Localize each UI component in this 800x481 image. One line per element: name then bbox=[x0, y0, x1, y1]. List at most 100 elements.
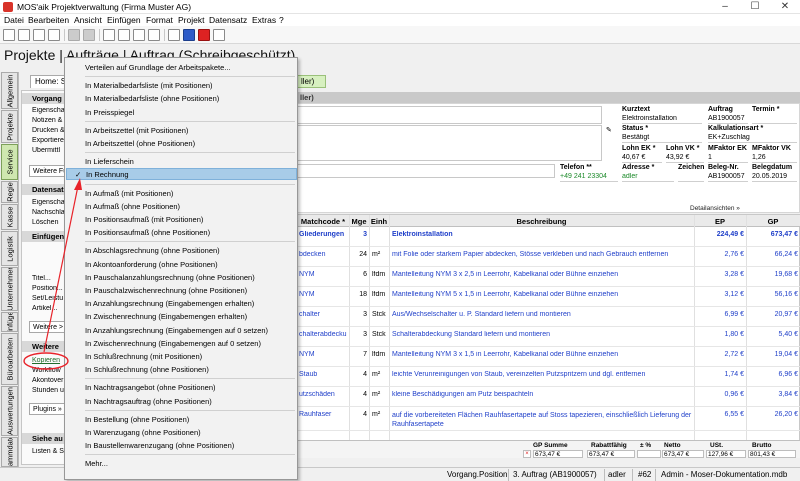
section-datensatz[interactable]: Datensatz bbox=[22, 184, 66, 195]
side-item[interactable]: Listen & St bbox=[32, 448, 66, 455]
auftrag-field[interactable]: AB1900057 bbox=[708, 115, 748, 124]
side-item[interactable]: Set/Leistu bbox=[32, 295, 66, 302]
vtab-allgemein[interactable]: Allgemein bbox=[1, 72, 18, 109]
col-ep[interactable]: EP bbox=[694, 217, 746, 226]
vtab-bueroarbeiten[interactable]: Büroarbeiten bbox=[1, 333, 18, 385]
matchcode-box[interactable] bbox=[297, 106, 602, 124]
table-row[interactable]: NYM 18 lfdm Mantelleitung NYM 5 x 1,5 in Le… bbox=[297, 287, 800, 307]
zeichen-field[interactable] bbox=[678, 173, 704, 182]
col-mge[interactable]: Mge bbox=[349, 217, 369, 226]
menu-item[interactable]: In Zwischenrechnung (Eingabemengen auf 0… bbox=[66, 337, 297, 349]
print-icon[interactable] bbox=[33, 29, 45, 41]
table-row[interactable]: NYM 6 lfdm Mantelleitung NYM 3 x 2,5 in Lee… bbox=[297, 267, 800, 287]
table-row[interactable]: Gliederungen 3 Elektroinstallation 224,49 €… bbox=[297, 227, 800, 247]
table-row[interactable]: Rauhfaser 4 m² auf die vorbereiteten Fläche… bbox=[297, 407, 800, 431]
vtab-projekte[interactable]: Projekte bbox=[1, 110, 18, 143]
menu-item[interactable]: In Arbeitszettel (ohne Positionen) bbox=[66, 137, 297, 149]
kalkulationsart-field[interactable]: EK+Zuschlag bbox=[708, 134, 797, 143]
user-blue-icon[interactable] bbox=[183, 29, 195, 41]
description-box[interactable] bbox=[297, 125, 602, 161]
menu-ansicht[interactable]: Ansicht bbox=[74, 15, 102, 25]
menu-item[interactable]: In Preisspiegel bbox=[66, 106, 297, 118]
mfaktor-vk-field[interactable]: 1,26 bbox=[752, 154, 797, 163]
vtab-kasse[interactable]: Kasse bbox=[1, 204, 18, 230]
menu-item[interactable]: Verteilen auf Grundlage der Arbeitspaket… bbox=[66, 61, 297, 73]
menu-item[interactable]: In Lieferschein bbox=[66, 155, 297, 167]
open-icon[interactable] bbox=[18, 29, 30, 41]
table-row[interactable]: NYM 7 lfdm Mantelleitung NYM 3 x 1,5 in Lee… bbox=[297, 347, 800, 367]
side-item[interactable]: Position... bbox=[32, 285, 66, 292]
redo-icon[interactable] bbox=[83, 29, 95, 41]
side-item[interactable]: Eigenscha bbox=[32, 107, 66, 114]
vtab-stammdaten[interactable]: Stammdaten bbox=[1, 437, 18, 467]
edit-pen-icon[interactable]: ✎ bbox=[606, 126, 612, 134]
vtab-einfuegen[interactable]: Einfügen bbox=[1, 312, 18, 332]
menu-item[interactable]: In Arbeitszettel (mit Positionen) bbox=[66, 124, 297, 136]
address-box[interactable] bbox=[297, 164, 555, 178]
vtab-regie[interactable]: Regie bbox=[1, 181, 18, 203]
side-item[interactable]: Exportiere bbox=[32, 137, 66, 144]
menu-extras[interactable]: Extras bbox=[252, 15, 276, 25]
save-icon[interactable] bbox=[3, 29, 15, 41]
arrow-right-icon[interactable] bbox=[148, 29, 160, 41]
side-item[interactable]: Eigenschaf bbox=[32, 199, 66, 206]
arrow-left-icon[interactable] bbox=[133, 29, 145, 41]
breadcrumb-active-tab[interactable]: ller) bbox=[296, 75, 326, 88]
menu-item[interactable]: In Anzahlungsrechnung (Eingabemengen auf… bbox=[66, 324, 297, 336]
menu-item[interactable]: In Zwischenrechnung (Eingabemengen erhal… bbox=[66, 310, 297, 322]
menu-item[interactable]: In Abschlagsrechnung (ohne Positionen) bbox=[66, 244, 297, 256]
menu-datensatz[interactable]: Datensatz bbox=[209, 15, 247, 25]
menu-einfuegen[interactable]: Einfügen bbox=[107, 15, 141, 25]
menu-item[interactable]: In Nachtragsangebot (ohne Positionen) bbox=[66, 381, 297, 393]
kurztext-field[interactable]: Elektroinstallation bbox=[622, 115, 702, 124]
arrow-down-icon[interactable] bbox=[118, 29, 130, 41]
col-beschreibung[interactable]: Beschreibung bbox=[389, 217, 694, 226]
table-row[interactable]: utzschäden 4 m² kleine Beschädigungen am Pu… bbox=[297, 387, 800, 407]
mail-icon[interactable] bbox=[48, 29, 60, 41]
section-vorgang[interactable]: Vorgang bbox=[22, 93, 66, 104]
belegdatum-field[interactable]: 20.05.2019 bbox=[752, 173, 797, 182]
kopieren-link[interactable]: Kopieren bbox=[32, 357, 66, 364]
termin-field[interactable] bbox=[752, 115, 797, 124]
col-gp[interactable]: GP bbox=[746, 217, 800, 226]
calendar-icon[interactable] bbox=[213, 29, 225, 41]
section-siehe-auch[interactable]: Siehe au bbox=[22, 433, 66, 444]
menu-item[interactable]: In Akontoanforderung (ohne Positionen) bbox=[66, 258, 297, 270]
menu-item[interactable]: In Bestellung (ohne Positionen) bbox=[66, 413, 297, 425]
menu-item[interactable]: In Anzahlungsrechnung (Eingabemengen erh… bbox=[66, 297, 297, 309]
table-row[interactable]: chalterabdeckung 3 Stck Schalterabdeckung S… bbox=[297, 327, 800, 347]
side-item[interactable]: Workflow bbox=[32, 367, 66, 374]
menu-item[interactable]: Mehr... bbox=[66, 457, 297, 469]
side-item[interactable]: Notizen & bbox=[32, 117, 66, 124]
weitere-funktionen-button[interactable]: Weitere Fu bbox=[29, 165, 65, 177]
side-item[interactable]: Nachschlag bbox=[32, 209, 66, 216]
menu-item[interactable]: In Aufmaß (mit Positionen) bbox=[66, 187, 297, 199]
menu-item[interactable]: In Schlußrechnung (ohne Positionen) bbox=[66, 363, 297, 375]
menu-item[interactable]: In Warenzugang (ohne Positionen) bbox=[66, 426, 297, 438]
side-item[interactable]: Stunden u bbox=[32, 387, 66, 394]
lohn-vk-field[interactable]: 43,92 € bbox=[666, 154, 704, 163]
side-item[interactable]: Akontover bbox=[32, 377, 66, 384]
section-weitere[interactable]: Weitere bbox=[22, 341, 66, 352]
side-item[interactable]: Löschen bbox=[32, 219, 66, 226]
menu-item[interactable]: In Baustellenwarenzugang (ohne Positione… bbox=[66, 439, 297, 451]
menu-item[interactable]: In Schlußrechnung (mit Positionen) bbox=[66, 350, 297, 362]
menu-format[interactable]: Format bbox=[146, 15, 173, 25]
side-item[interactable]: Titel... bbox=[32, 275, 66, 282]
weitere-einfuegen-button[interactable]: Weitere > bbox=[29, 321, 65, 333]
vtab-service[interactable]: Service bbox=[1, 144, 18, 180]
telefon-field[interactable]: +49 241 23304 bbox=[560, 173, 618, 182]
vtab-unternehmer[interactable]: Unternehmer bbox=[1, 267, 18, 311]
table-row[interactable]: bdecken 24 m² mit Folie oder starkem Papier… bbox=[297, 247, 800, 267]
menu-item[interactable]: In Materialbedarfsliste (ohne Positionen… bbox=[66, 92, 297, 104]
vtab-logistik[interactable]: Logistik bbox=[1, 231, 18, 266]
lohn-ek-field[interactable]: 40,67 € bbox=[622, 154, 662, 163]
clear-icon[interactable]: × bbox=[523, 450, 531, 458]
detailansichten-link[interactable]: Detailansichten » bbox=[690, 205, 740, 212]
col-einh[interactable]: Einh bbox=[369, 217, 389, 226]
arrow-up-icon[interactable] bbox=[103, 29, 115, 41]
menu-item[interactable]: In Positionsaufmaß (ohne Positionen) bbox=[66, 226, 297, 238]
minimize-icon[interactable]: – bbox=[710, 0, 740, 14]
maximize-icon[interactable]: ☐ bbox=[740, 0, 770, 14]
side-item[interactable]: Artikel... bbox=[32, 305, 66, 312]
